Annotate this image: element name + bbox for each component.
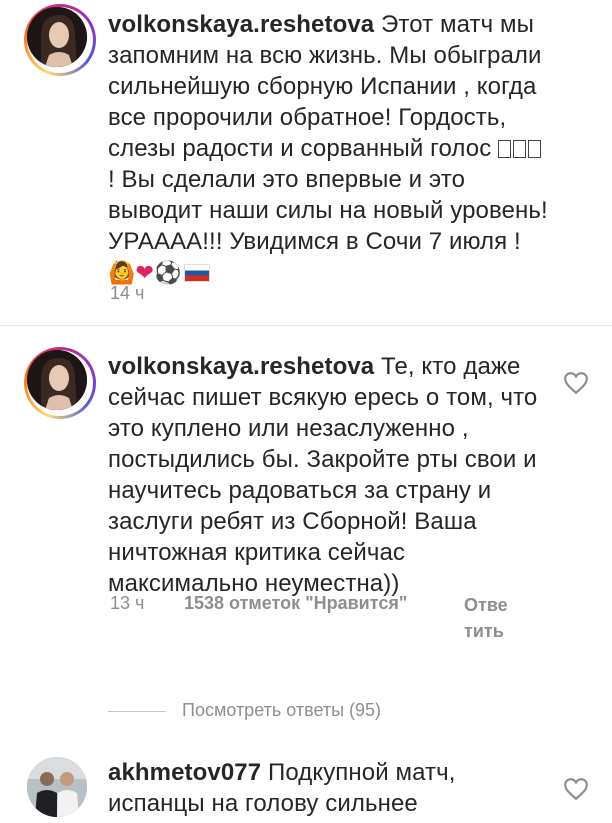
likes-count[interactable]: 1538 отметок "Нравится" bbox=[184, 593, 407, 614]
comment-text-continued: ! Вы сделали это впервые и это выводит н… bbox=[108, 166, 548, 255]
view-replies-button[interactable]: Посмотреть ответы (95) bbox=[182, 700, 381, 721]
reply-button[interactable]: Ответить bbox=[464, 592, 510, 644]
avatar[interactable] bbox=[24, 347, 96, 419]
avatar[interactable] bbox=[24, 4, 96, 76]
comment-timestamp: 14 ч bbox=[110, 283, 145, 303]
comment-username[interactable]: volkonskaya.reshetova bbox=[108, 11, 374, 38]
comment-timestamp: 13 ч bbox=[110, 593, 145, 613]
view-replies-line bbox=[108, 711, 166, 712]
comment-username[interactable]: akhmetov077 bbox=[108, 759, 261, 786]
comment-body: akhmetov077 Подкупной матч, испанцы на г… bbox=[108, 757, 468, 819]
comment-body: volkonskaya.reshetova Те, кто даже сейча… bbox=[108, 351, 548, 599]
russia-flag-icon bbox=[183, 264, 210, 282]
comment-text: Те, кто даже сейчас пишет всякую ересь о… bbox=[108, 353, 538, 597]
emoji-soccer-ball: ⚽ bbox=[154, 261, 182, 286]
comment-username[interactable]: volkonskaya.reshetova bbox=[108, 353, 374, 380]
heart-outline-icon[interactable] bbox=[563, 371, 589, 395]
unknown-glyphs bbox=[498, 135, 543, 162]
comment-body: volkonskaya.reshetova Этот матч мы запом… bbox=[108, 9, 548, 289]
avatar[interactable] bbox=[27, 757, 87, 817]
divider bbox=[0, 325, 612, 326]
heart-outline-icon[interactable] bbox=[563, 777, 589, 801]
